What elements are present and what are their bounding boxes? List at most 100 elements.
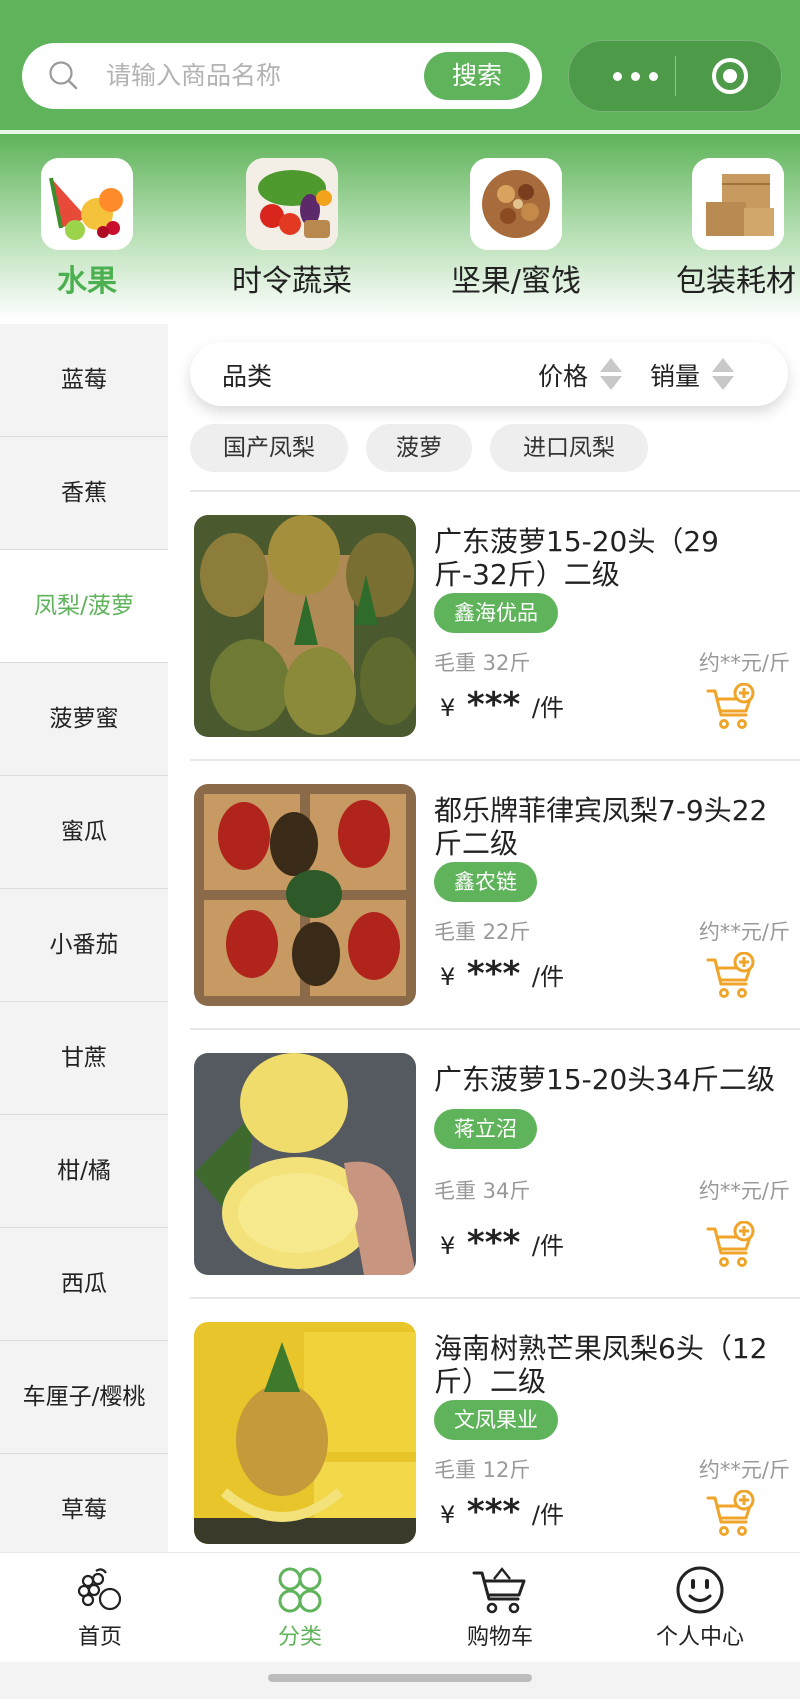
close-target-icon[interactable] xyxy=(710,56,750,96)
product-price: ¥ *** /件 xyxy=(440,1492,564,1532)
filter-chip[interactable]: 国产凤梨 xyxy=(190,424,348,472)
sidebar-item[interactable]: 蓝莓 xyxy=(0,324,168,437)
sidebar-item[interactable]: 甘蔗 xyxy=(0,1002,168,1115)
product-card[interactable]: 广东菠萝15-20头（29斤-32斤）二级 鑫海优品 毛重 32斤 约**元/斤… xyxy=(190,515,800,755)
clover-icon xyxy=(278,1567,322,1613)
vegetable-thumbnail xyxy=(246,158,338,250)
tab-home[interactable]: 首页 xyxy=(0,1565,200,1651)
fruit-thumbnail xyxy=(41,158,133,250)
home-indicator[interactable] xyxy=(268,1674,532,1682)
miniprogram-capsule xyxy=(568,40,782,112)
tab-category[interactable]: 分类 xyxy=(200,1565,400,1651)
sidebar-item[interactable]: 菠萝蜜 xyxy=(0,663,168,776)
product-image xyxy=(194,1053,416,1275)
tab-label: 个人中心 xyxy=(655,1625,744,1650)
sidebar-item[interactable]: 草莓 xyxy=(0,1454,168,1552)
filter-chip[interactable]: 进口凤梨 xyxy=(490,424,648,472)
sidebar-item[interactable]: 西瓜 xyxy=(0,1228,168,1341)
price-unit: /件 xyxy=(531,1501,564,1529)
sidebar-item[interactable]: 柑/橘 xyxy=(0,1115,168,1228)
search-input[interactable]: 请输入商品名称 xyxy=(106,57,281,95)
top-header: 请输入商品名称 搜索 xyxy=(0,0,800,130)
currency-symbol: ¥ xyxy=(440,1232,456,1260)
tab-label: 分类 xyxy=(277,1625,322,1650)
product-weight: 毛重 32斤 xyxy=(434,651,531,675)
divider xyxy=(190,759,800,761)
sidebar-item[interactable]: 蜜瓜 xyxy=(0,776,168,889)
top-category-label: 水果 xyxy=(57,264,117,299)
sidebar-item[interactable]: 车厘子/樱桃 xyxy=(0,1341,168,1454)
top-category-strip: 水果 时令蔬菜 坚果/蜜饯 包装耗材 xyxy=(0,130,800,320)
top-category-label: 时令蔬菜 xyxy=(232,264,352,299)
sidebar-item-active[interactable]: 凤梨/菠萝 xyxy=(0,550,168,663)
search-icon xyxy=(49,61,78,90)
product-weight: 毛重 34斤 xyxy=(434,1179,531,1203)
currency-symbol: ¥ xyxy=(440,1501,456,1529)
product-image xyxy=(194,784,416,1006)
more-icon[interactable] xyxy=(613,70,659,82)
supplier-badge: 文凤果业 xyxy=(434,1400,558,1440)
product-weight: 毛重 12斤 xyxy=(434,1458,531,1482)
search-button[interactable]: 搜索 xyxy=(424,52,530,100)
product-card[interactable]: 广东菠萝15-20头34斤二级 蒋立沼 毛重 34斤 约**元/斤 ¥ *** … xyxy=(190,1053,800,1293)
top-category-fruit[interactable]: 水果 xyxy=(34,158,140,300)
sort-sales-arrows-icon[interactable] xyxy=(710,354,736,394)
product-title[interactable]: 广东菠萝15-20头（29斤-32斤）二级 xyxy=(434,525,784,591)
price-value: *** xyxy=(466,1223,521,1263)
product-price: ¥ *** /件 xyxy=(440,685,564,725)
product-price: ¥ *** /件 xyxy=(440,1223,564,1263)
carton-thumbnail xyxy=(692,158,784,250)
price-value: *** xyxy=(466,685,521,725)
product-title[interactable]: 都乐牌菲律宾凤梨7-9头22斤二级 xyxy=(434,794,784,860)
sidebar-item[interactable]: 香蕉 xyxy=(0,437,168,550)
bottom-tab-bar: 首页 分类 购物车 个人中心 xyxy=(0,1552,800,1663)
unit-price: 约**元/斤 xyxy=(698,1179,790,1203)
supplier-badge: 鑫农链 xyxy=(434,862,537,902)
divider xyxy=(190,1297,800,1299)
product-image xyxy=(194,515,416,737)
add-to-cart-icon[interactable] xyxy=(706,1490,756,1538)
tab-profile[interactable]: 个人中心 xyxy=(600,1565,800,1651)
product-weight: 毛重 22斤 xyxy=(434,920,531,944)
sort-bar: 品类 价格 销量 xyxy=(190,342,788,406)
product-card[interactable]: 海南树熟芒果凤梨6头（12斤）二级 文凤果业 毛重 12斤 约**元/斤 ¥ *… xyxy=(190,1322,800,1562)
add-to-cart-icon[interactable] xyxy=(706,952,756,1000)
currency-symbol: ¥ xyxy=(440,963,456,991)
product-title[interactable]: 广东菠萝15-20头34斤二级 xyxy=(434,1063,784,1096)
sort-category[interactable]: 品类 xyxy=(222,357,272,393)
unit-price: 约**元/斤 xyxy=(698,651,790,675)
nuts-thumbnail xyxy=(470,158,562,250)
add-to-cart-icon[interactable] xyxy=(706,683,756,731)
tab-cart[interactable]: 购物车 xyxy=(400,1565,600,1651)
top-category-label: 坚果/蜜饯 xyxy=(450,264,582,299)
top-category-label: 包装耗材 xyxy=(676,264,796,299)
add-to-cart-icon[interactable] xyxy=(706,1221,756,1269)
sort-price-arrows-icon[interactable] xyxy=(598,354,624,394)
grapes-icon xyxy=(77,1568,122,1611)
price-unit: /件 xyxy=(531,1232,564,1260)
capsule-divider xyxy=(675,56,676,96)
top-category-packaging[interactable]: 包装耗材 xyxy=(672,158,800,300)
filter-chip[interactable]: 菠萝 xyxy=(366,424,472,472)
sort-sales[interactable]: 销量 xyxy=(650,357,700,393)
divider xyxy=(190,1028,800,1030)
supplier-badge: 蒋立沼 xyxy=(434,1109,537,1149)
product-image xyxy=(194,1322,416,1544)
top-category-nuts[interactable]: 坚果/蜜饯 xyxy=(436,158,596,300)
top-category-vegetables[interactable]: 时令蔬菜 xyxy=(222,158,362,300)
supplier-badge: 鑫海优品 xyxy=(434,593,558,633)
product-price: ¥ *** /件 xyxy=(440,954,564,994)
sidebar-item[interactable]: 小番茄 xyxy=(0,889,168,1002)
product-title[interactable]: 海南树熟芒果凤梨6头（12斤）二级 xyxy=(434,1332,784,1398)
unit-price: 约**元/斤 xyxy=(698,920,790,944)
search-bar[interactable]: 请输入商品名称 搜索 xyxy=(22,43,542,109)
product-card[interactable]: 都乐牌菲律宾凤梨7-9头22斤二级 鑫农链 毛重 22斤 约**元/斤 ¥ **… xyxy=(190,784,800,1024)
smiley-icon xyxy=(676,1566,724,1614)
tab-label: 购物车 xyxy=(466,1625,533,1650)
divider xyxy=(190,490,800,492)
cart-icon xyxy=(472,1567,526,1614)
sort-price[interactable]: 价格 xyxy=(538,357,588,393)
price-unit: /件 xyxy=(531,694,564,722)
currency-symbol: ¥ xyxy=(440,694,456,722)
tab-label: 首页 xyxy=(77,1625,122,1650)
